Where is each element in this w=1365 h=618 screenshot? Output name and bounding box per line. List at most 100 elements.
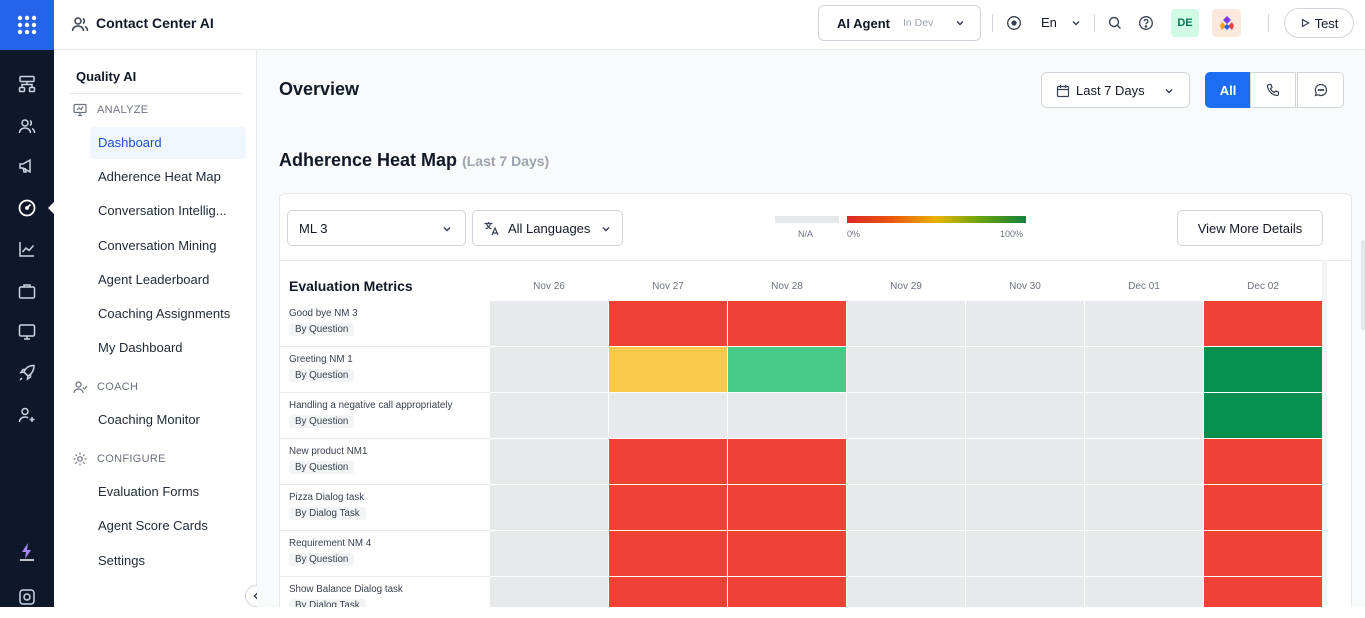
heatmap-cell[interactable] xyxy=(728,393,846,438)
sidebar-item-conversation-intelligence[interactable]: Conversation Intellig... xyxy=(90,195,246,227)
view-more-details-button[interactable]: View More Details xyxy=(1177,210,1323,246)
heatmap-cell[interactable] xyxy=(609,439,727,484)
channel-all-button[interactable]: All xyxy=(1205,72,1251,108)
heatmap-cell[interactable] xyxy=(609,577,727,607)
heatmap-cell[interactable] xyxy=(1204,347,1322,392)
sidebar-item-conversation-mining[interactable]: Conversation Mining xyxy=(90,230,246,262)
language-select[interactable]: All Languages xyxy=(472,210,623,246)
rail-quality-ai-button[interactable] xyxy=(0,187,55,229)
heatmap-cell[interactable] xyxy=(1204,577,1322,607)
heatmap-cell[interactable] xyxy=(847,301,965,346)
rail-automation-button[interactable] xyxy=(0,530,54,572)
language-selector[interactable]: En xyxy=(1041,15,1057,30)
workspace-logo[interactable] xyxy=(1212,9,1241,37)
sidebar-item-coaching-assignments[interactable]: Coaching Assignments xyxy=(90,298,246,330)
heatmap-cell[interactable] xyxy=(728,347,846,392)
rail-flows-button[interactable] xyxy=(0,63,54,105)
rail-settings-button[interactable] xyxy=(0,576,54,618)
rail-deploy-button[interactable] xyxy=(0,352,54,394)
heatmap-cell[interactable] xyxy=(490,393,608,438)
metric-type-badge: By Question xyxy=(289,323,355,336)
heatmap-cell[interactable] xyxy=(966,393,1084,438)
heatmap-cell[interactable] xyxy=(1085,577,1203,607)
metric-row-label[interactable]: Pizza Dialog task By Dialog Task xyxy=(280,485,490,531)
sidebar-item-my-dashboard[interactable]: My Dashboard xyxy=(90,332,246,364)
heatmap-cell[interactable] xyxy=(490,577,608,607)
metric-row-label[interactable]: Good bye NM 3 By Question xyxy=(280,301,490,347)
heatmap-cell[interactable] xyxy=(609,531,727,576)
sidebar-item-evaluation-forms[interactable]: Evaluation Forms xyxy=(90,476,246,508)
sidebar-item-adherence-heat-map[interactable]: Adherence Heat Map xyxy=(90,161,246,193)
page-scrollbar[interactable] xyxy=(1361,240,1365,330)
heatmap-cell[interactable] xyxy=(490,485,608,530)
sidebar-item-agent-score-cards[interactable]: Agent Score Cards xyxy=(90,510,246,542)
heatmap-cell[interactable] xyxy=(847,577,965,607)
heatmap-cell[interactable] xyxy=(1085,347,1203,392)
heatmap-cell[interactable] xyxy=(966,577,1084,607)
model-select-value: ML 3 xyxy=(299,221,328,236)
metric-row-label[interactable]: Handling a negative call appropriately By… xyxy=(280,393,490,439)
heatmap-cell[interactable] xyxy=(609,393,727,438)
help-icon[interactable] xyxy=(1138,15,1154,31)
heatmap-cell[interactable] xyxy=(609,301,727,346)
target-icon[interactable] xyxy=(1006,15,1022,31)
global-nav-rail xyxy=(0,0,55,607)
sidebar-item-dashboard[interactable]: Dashboard xyxy=(90,127,246,159)
heatmap-cell[interactable] xyxy=(966,301,1084,346)
channel-chat-button[interactable] xyxy=(1297,72,1344,108)
heatmap-cell[interactable] xyxy=(847,485,965,530)
heatmap-cell[interactable] xyxy=(847,439,965,484)
model-select[interactable]: ML 3 xyxy=(287,210,466,246)
heatmap-cell[interactable] xyxy=(1085,485,1203,530)
heatmap-cell[interactable] xyxy=(490,347,608,392)
metric-row-label[interactable]: Greeting NM 1 By Question xyxy=(280,347,490,393)
user-avatar[interactable]: DE xyxy=(1171,9,1199,37)
heatmap-cell[interactable] xyxy=(609,485,727,530)
heatmap-cell[interactable] xyxy=(1085,301,1203,346)
heatmap-cell[interactable] xyxy=(1204,301,1322,346)
heatmap-cell[interactable] xyxy=(1085,531,1203,576)
sidebar-item-coaching-monitor[interactable]: Coaching Monitor xyxy=(90,404,246,436)
heatmap-cell[interactable] xyxy=(1204,393,1322,438)
rail-add-user-button[interactable] xyxy=(0,394,54,436)
date-range-selector[interactable]: Last 7 Days xyxy=(1041,72,1190,108)
agent-selector[interactable]: AI Agent In Dev xyxy=(818,5,981,41)
heatmap-cell[interactable] xyxy=(728,485,846,530)
heatmap-cell[interactable] xyxy=(609,347,727,392)
heatmap-cell[interactable] xyxy=(1085,439,1203,484)
heatmap-cell[interactable] xyxy=(847,347,965,392)
heatmap-cell[interactable] xyxy=(490,439,608,484)
heatmap-cell[interactable] xyxy=(728,439,846,484)
sidebar-item-settings[interactable]: Settings xyxy=(90,545,246,577)
metric-row-label[interactable]: Show Balance Dialog task By Dialog Task xyxy=(280,577,490,607)
heatmap-cell[interactable] xyxy=(728,301,846,346)
app-launcher-button[interactable] xyxy=(0,0,54,50)
test-button[interactable]: Test xyxy=(1284,8,1354,38)
heatmap-cell[interactable] xyxy=(728,531,846,576)
metric-row-label[interactable]: Requirement NM 4 By Question xyxy=(280,531,490,577)
heatmap-cell[interactable] xyxy=(1204,485,1322,530)
rail-workspace-button[interactable] xyxy=(0,270,54,312)
sidebar-item-agent-leaderboard[interactable]: Agent Leaderboard xyxy=(90,264,246,296)
rail-desktop-button[interactable] xyxy=(0,311,54,353)
heatmap-cell[interactable] xyxy=(847,393,965,438)
heatmap-cell[interactable] xyxy=(966,485,1084,530)
heatmap-cell[interactable] xyxy=(966,531,1084,576)
rail-campaigns-button[interactable] xyxy=(0,145,54,187)
heatmap-cell[interactable] xyxy=(966,347,1084,392)
heatmap-cell[interactable] xyxy=(966,439,1084,484)
heatmap-cell[interactable] xyxy=(1085,393,1203,438)
heatmap-cell[interactable] xyxy=(490,531,608,576)
heatmap-cell[interactable] xyxy=(728,577,846,607)
chevron-down-icon[interactable] xyxy=(1070,17,1082,29)
channel-voice-button[interactable] xyxy=(1250,72,1296,108)
metric-row-label[interactable]: New product NM1 By Question xyxy=(280,439,490,485)
heatmap-cell[interactable] xyxy=(1204,531,1322,576)
rail-analytics-button[interactable] xyxy=(0,228,54,270)
search-icon[interactable] xyxy=(1107,15,1123,31)
heatmap-scrollbar[interactable] xyxy=(1322,260,1327,607)
heatmap-cell[interactable] xyxy=(847,531,965,576)
rail-users-button[interactable] xyxy=(0,105,54,147)
heatmap-cell[interactable] xyxy=(1204,439,1322,484)
heatmap-cell[interactable] xyxy=(490,301,608,346)
